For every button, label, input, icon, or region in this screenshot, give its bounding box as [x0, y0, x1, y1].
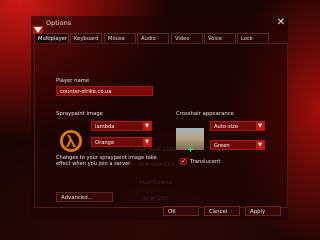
tab-voice[interactable]: Voice	[204, 33, 236, 43]
dialog-title: Options	[46, 19, 72, 27]
close-icon[interactable]: ✕	[277, 17, 285, 29]
crosshair-icon	[188, 137, 193, 152]
spraypaint-color-value: Orange	[95, 140, 115, 146]
cancel-button[interactable]: Cancel	[204, 206, 240, 216]
chevron-down-icon[interactable]: ▼	[143, 122, 151, 130]
player-name-label: Player name	[56, 78, 90, 84]
chevron-down-icon[interactable]: ▼	[256, 122, 264, 130]
tab-audio[interactable]: Audio	[137, 33, 169, 43]
translucent-checkbox[interactable]: ✓	[180, 158, 187, 165]
crosshair-preview	[176, 128, 204, 152]
tab-video[interactable]: Video	[171, 33, 203, 43]
dialog-titlebar[interactable]: Options ✕	[31, 16, 288, 34]
apply-button[interactable]: Apply	[245, 206, 281, 216]
tab-lock[interactable]: Lock	[237, 33, 269, 43]
options-dialog: Options ✕ Multiplayer Keyboard Mouse Aud…	[31, 16, 288, 220]
advanced-button[interactable]: Advanced...	[56, 192, 113, 202]
crosshair-label: Crosshair appearance	[176, 111, 234, 117]
spraypaint-image-select[interactable]: lambda ▼	[91, 121, 152, 131]
half-life-logo-icon	[33, 19, 43, 34]
crosshair-color-value: Green	[214, 143, 230, 149]
player-name-input[interactable]: counter-strike.co.ua	[56, 86, 153, 96]
chevron-down-icon[interactable]: ▼	[256, 141, 264, 149]
ok-button[interactable]: OK	[163, 206, 199, 216]
spraypaint-image-value: lambda	[95, 124, 115, 130]
crosshair-size-select[interactable]: Auto-size ▼	[210, 121, 265, 131]
crosshair-size-value: Auto-size	[214, 124, 239, 130]
crosshair-color-select[interactable]: Green ▼	[210, 140, 265, 150]
tab-mouse[interactable]: Mouse	[104, 33, 136, 43]
spraypaint-note: Changes to your spraypaint image take ef…	[56, 155, 157, 167]
multiplayer-panel: Player name counter-strike.co.ua Spraypa…	[34, 43, 288, 208]
translucent-label: Translucent	[190, 159, 221, 165]
tab-keyboard[interactable]: Keyboard	[70, 33, 102, 43]
spraypaint-preview-lambda-icon	[59, 129, 83, 153]
spraypaint-label: Spraypaint image	[56, 111, 103, 117]
spraypaint-color-select[interactable]: Orange ▼	[91, 137, 152, 147]
chevron-down-icon[interactable]: ▼	[143, 138, 151, 146]
